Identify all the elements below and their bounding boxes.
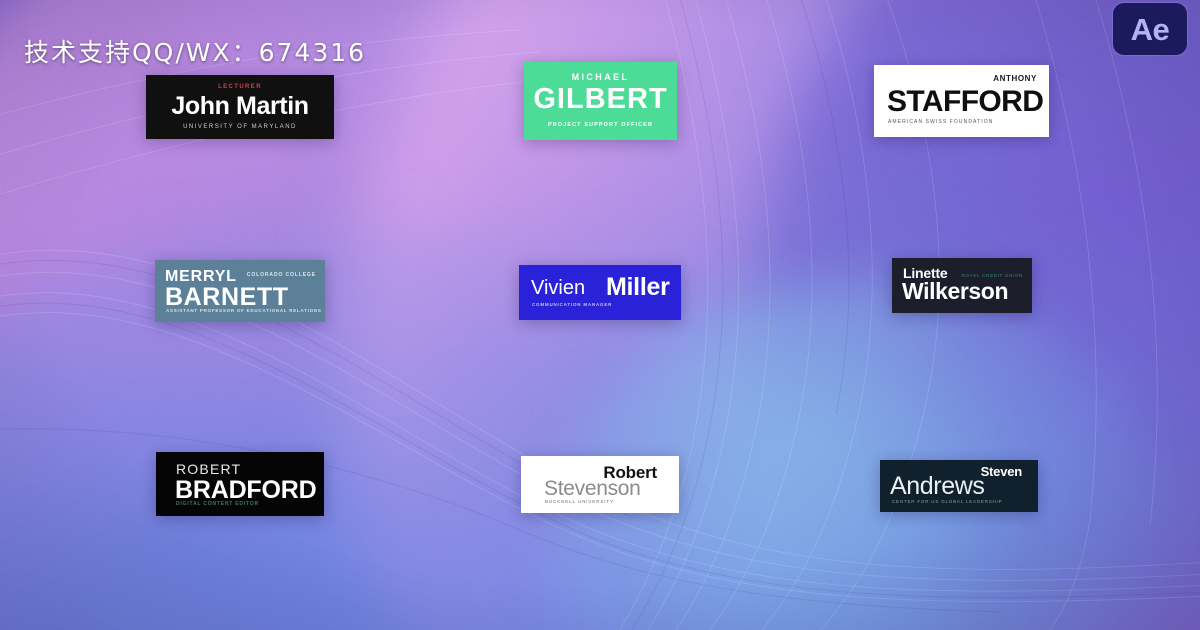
card-subtitle: BUCKNELL UNIVERSITY: [545, 499, 614, 504]
card-name-line1: GILBERT: [533, 83, 668, 115]
card-subtitle: CENTER FOR US GLOBAL LEADERSHIP: [892, 499, 1003, 504]
card-subtitle: UNIVERSITY OF MARYLAND: [183, 124, 297, 130]
card-subtitle: COMMUNICATION MANAGER: [532, 302, 613, 307]
card-name-line1: ROBERT: [176, 461, 242, 477]
card-name-line1: Andrews: [890, 472, 985, 500]
card-tag: ANTHONY: [993, 74, 1037, 83]
card-name-line2: Miller: [606, 273, 670, 301]
lower-third-card-andrews[interactable]: Steven Andrews CENTER FOR US GLOBAL LEAD…: [880, 460, 1038, 512]
card-name-line2: BRADFORD: [175, 476, 317, 504]
card-tag: COLORADO COLLEGE: [246, 272, 316, 278]
card-tag: MICHAEL: [571, 72, 630, 82]
watermark-text: 技术支持QQ/WX：674316: [24, 38, 367, 67]
card-tag: LECTURER: [218, 84, 262, 90]
lower-third-card-barnett[interactable]: MERRYL COLORADO COLLEGE BARNETT ASSISTAN…: [155, 260, 325, 322]
card-subtitle: ASSISTANT PROFESSOR OF EDUCATIONAL RELAT…: [166, 308, 322, 313]
card-name-line2: Wilkerson: [902, 278, 1009, 304]
lower-third-card-stevenson[interactable]: Robert Stevenson BUCKNELL UNIVERSITY: [521, 456, 679, 513]
lower-third-card-wilkerson[interactable]: Linette ROYAL CREDIT UNION Wilkerson: [892, 258, 1032, 313]
lower-third-card-bradford[interactable]: ROBERT BRADFORD DIGITAL CONTENT EDITOR: [156, 452, 324, 516]
preview-canvas: 技术支持QQ/WX：674316 Ae LECTURER John Martin…: [0, 0, 1200, 630]
card-tag: Steven: [980, 464, 1023, 479]
lower-third-card-stafford[interactable]: ANTHONY STAFFORD AMERICAN SWISS FOUNDATI…: [874, 65, 1049, 137]
card-subtitle: PROJECT SUPPORT OFFICER: [547, 122, 654, 128]
card-name-line1: STAFFORD: [887, 85, 1044, 118]
card-name-line1: John Martin: [171, 92, 309, 120]
card-name-line2: Stevenson: [544, 477, 641, 500]
card-name-line2: BARNETT: [165, 283, 289, 311]
card-name-line1: Vivien: [531, 277, 586, 299]
ae-badge-label: Ae: [1130, 11, 1170, 47]
card-subtitle: DIGITAL CONTENT EDITOR: [176, 501, 259, 507]
adobe-after-effects-logo-icon: Ae: [1113, 3, 1187, 55]
lower-third-card-miller[interactable]: Vivien Miller COMMUNICATION MANAGER: [519, 265, 681, 320]
card-subtitle: AMERICAN SWISS FOUNDATION: [888, 119, 994, 125]
lower-third-card-gilbert[interactable]: MICHAEL GILBERT PROJECT SUPPORT OFFICER: [524, 62, 677, 140]
lower-third-card-martin[interactable]: LECTURER John Martin UNIVERSITY OF MARYL…: [146, 75, 334, 139]
